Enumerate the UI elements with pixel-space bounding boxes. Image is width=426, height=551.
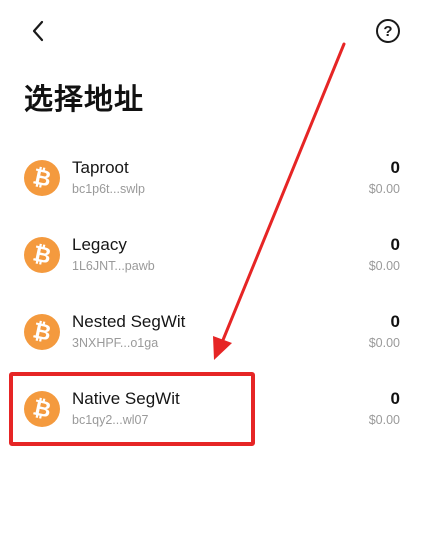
chevron-left-icon (32, 20, 44, 42)
balance-fiat: $0.00 (368, 259, 400, 273)
back-button[interactable] (26, 18, 50, 44)
address-value: 3NXHPF...o1ga (72, 336, 159, 350)
address-type-label: Native SegWit (72, 389, 180, 408)
question-circle-icon: ? (383, 22, 393, 40)
address-row-taproot[interactable]: ₿ Taproot bc1p6t...swlp 0 $0.00 (0, 141, 426, 218)
page-title: 选择地址 (24, 82, 145, 116)
address-value: bc1p6t...swlp (72, 182, 145, 196)
balance-amount: 0 (390, 235, 400, 254)
balance-fiat: $0.00 (368, 182, 400, 196)
top-bar: ? (0, 0, 426, 62)
bitcoin-icon: ₿ (24, 391, 60, 427)
bitcoin-icon: ₿ (24, 160, 60, 196)
address-value: bc1qy2...wl07 (72, 413, 149, 427)
address-type-label: Nested SegWit (72, 312, 186, 331)
address-type-label: Legacy (72, 235, 127, 254)
balance-amount: 0 (390, 389, 400, 408)
help-button[interactable]: ? (376, 19, 400, 43)
balance-amount: 0 (390, 312, 400, 331)
address-list: ₿ Taproot bc1p6t...swlp 0 $0.00 ₿ Legacy… (0, 141, 426, 449)
balance-fiat: $0.00 (368, 413, 400, 427)
address-value: 1L6JNT...pawb (72, 259, 155, 273)
address-row-legacy[interactable]: ₿ Legacy 1L6JNT...pawb 0 $0.00 (0, 218, 426, 295)
bitcoin-icon: ₿ (24, 237, 60, 273)
balance-amount: 0 (390, 158, 400, 177)
balance-fiat: $0.00 (368, 336, 400, 350)
address-type-label: Taproot (72, 158, 129, 177)
address-row-nested-segwit[interactable]: ₿ Nested SegWit 3NXHPF...o1ga 0 $0.00 (0, 295, 426, 372)
bitcoin-icon: ₿ (24, 314, 60, 350)
address-row-native-segwit[interactable]: ₿ Native SegWit bc1qy2...wl07 0 $0.00 (0, 372, 426, 449)
